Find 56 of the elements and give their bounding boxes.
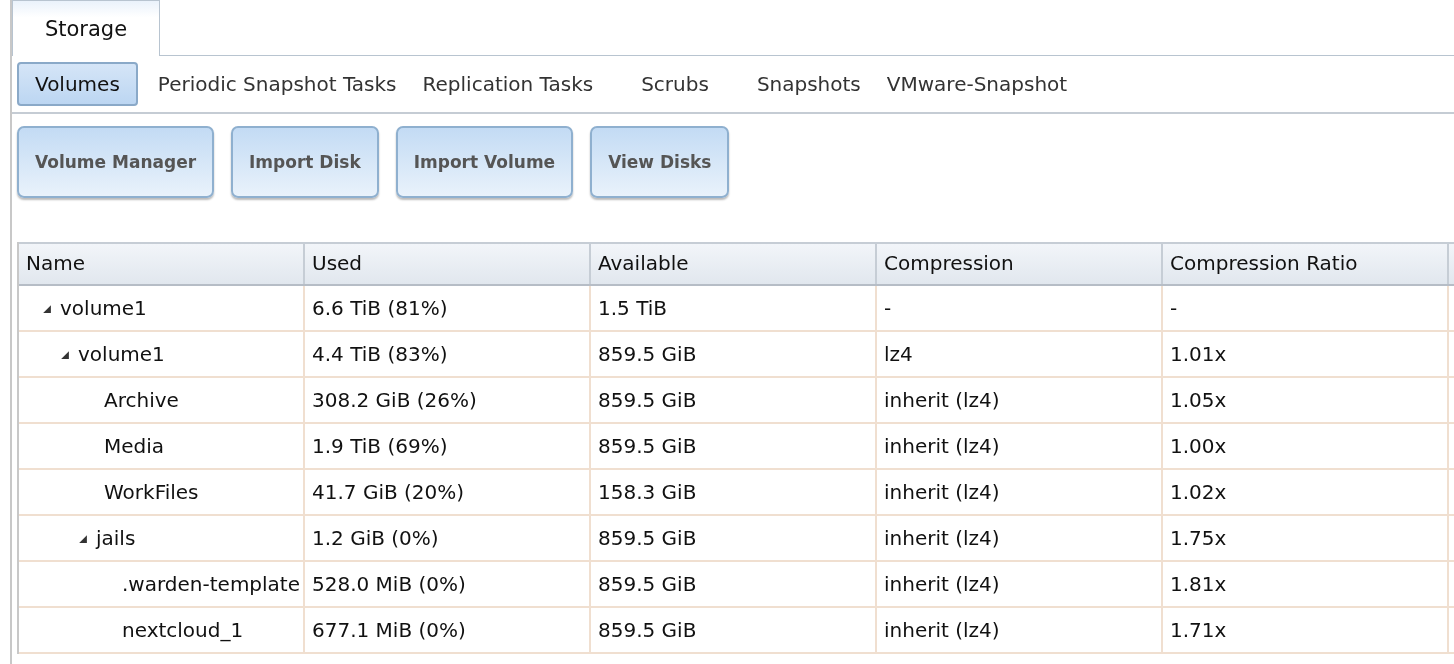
table-cell: inherit (lz4) xyxy=(877,424,1163,468)
table-cell: inherit (lz4) xyxy=(877,378,1163,422)
table-cell: 677.1 MiB (0%) xyxy=(305,608,591,652)
column-header[interactable]: Compression Ratio xyxy=(1163,244,1449,284)
table-cell: 41.7 GiB (20%) xyxy=(305,470,591,514)
action-button[interactable]: Import Disk xyxy=(231,126,379,198)
column-header[interactable]: Used xyxy=(305,244,591,284)
table-cell: 1.5 TiB xyxy=(591,286,877,330)
column-header[interactable]: Available xyxy=(591,244,877,284)
table-cell: 1.2 GiB (0%) xyxy=(305,516,591,560)
table-cell: inherit (lz4) xyxy=(877,608,1163,652)
table-cell-text: volume1 xyxy=(78,341,165,368)
storage-tab[interactable]: Storage xyxy=(12,0,160,56)
action-button[interactable]: View Disks xyxy=(590,126,730,198)
sub-tab[interactable]: Replication Tasks xyxy=(416,63,600,105)
table-cell: 1.71x xyxy=(1163,608,1449,652)
table-cell-text: Archive xyxy=(104,387,179,414)
sub-tab[interactable]: Volumes xyxy=(17,62,138,106)
table-cell: lz4 xyxy=(877,332,1163,376)
table-cell: 1.02x xyxy=(1163,470,1449,514)
table-cell: 1.75x xyxy=(1163,516,1449,560)
table-cell: 859.5 GiB xyxy=(591,424,877,468)
table-cell: - xyxy=(877,286,1163,330)
sub-tab[interactable]: Periodic Snapshot Tasks xyxy=(151,63,403,105)
table-cell: 859.5 GiB xyxy=(591,378,877,422)
table-cell: 6.6 TiB (81%) xyxy=(305,286,591,330)
table-cell: 859.5 GiB xyxy=(591,562,877,606)
table-cell: inherit (lz4) xyxy=(877,470,1163,514)
table-cell-text: jails xyxy=(96,525,136,552)
table-cell: 859.5 GiB xyxy=(591,516,877,560)
table-cell-text: Media xyxy=(104,433,165,460)
table-cell: 1.01x xyxy=(1163,332,1449,376)
table-cell: 1.05x xyxy=(1163,378,1449,422)
sub-tab[interactable]: VMware-Snapshot xyxy=(880,63,1074,105)
table-cell: 859.5 GiB xyxy=(591,332,877,376)
table-cell: inherit (lz4) xyxy=(877,562,1163,606)
table-cell: 308.2 GiB (26%) xyxy=(305,378,591,422)
action-button[interactable]: Import Volume xyxy=(395,126,574,198)
table-cell: 1.9 TiB (69%) xyxy=(305,424,591,468)
table-cell: 4.4 TiB (83%) xyxy=(305,332,591,376)
table-cell-text: nextcloud_1 xyxy=(122,617,244,644)
table-cell: inherit (lz4) xyxy=(877,516,1163,560)
table-cell-text: volume1 xyxy=(60,295,147,322)
table-cell: 1.81x xyxy=(1163,562,1449,606)
table-cell-text: WorkFiles xyxy=(104,479,199,506)
table-cell: - xyxy=(1163,286,1449,330)
table-cell: 1.00x xyxy=(1163,424,1449,468)
table-cell-text: .warden-template xyxy=(122,571,301,598)
table-cell: 158.3 GiB xyxy=(591,470,877,514)
sub-tab[interactable]: Scrubs xyxy=(635,63,715,105)
sub-tab[interactable]: Snapshots xyxy=(750,63,867,105)
table-cell: 528.0 MiB (0%) xyxy=(305,562,591,606)
column-header[interactable]: Compression xyxy=(877,244,1163,284)
table-cell: 859.5 GiB xyxy=(591,608,877,652)
column-header[interactable]: Name xyxy=(19,244,305,284)
action-button[interactable]: Volume Manager xyxy=(17,126,215,198)
